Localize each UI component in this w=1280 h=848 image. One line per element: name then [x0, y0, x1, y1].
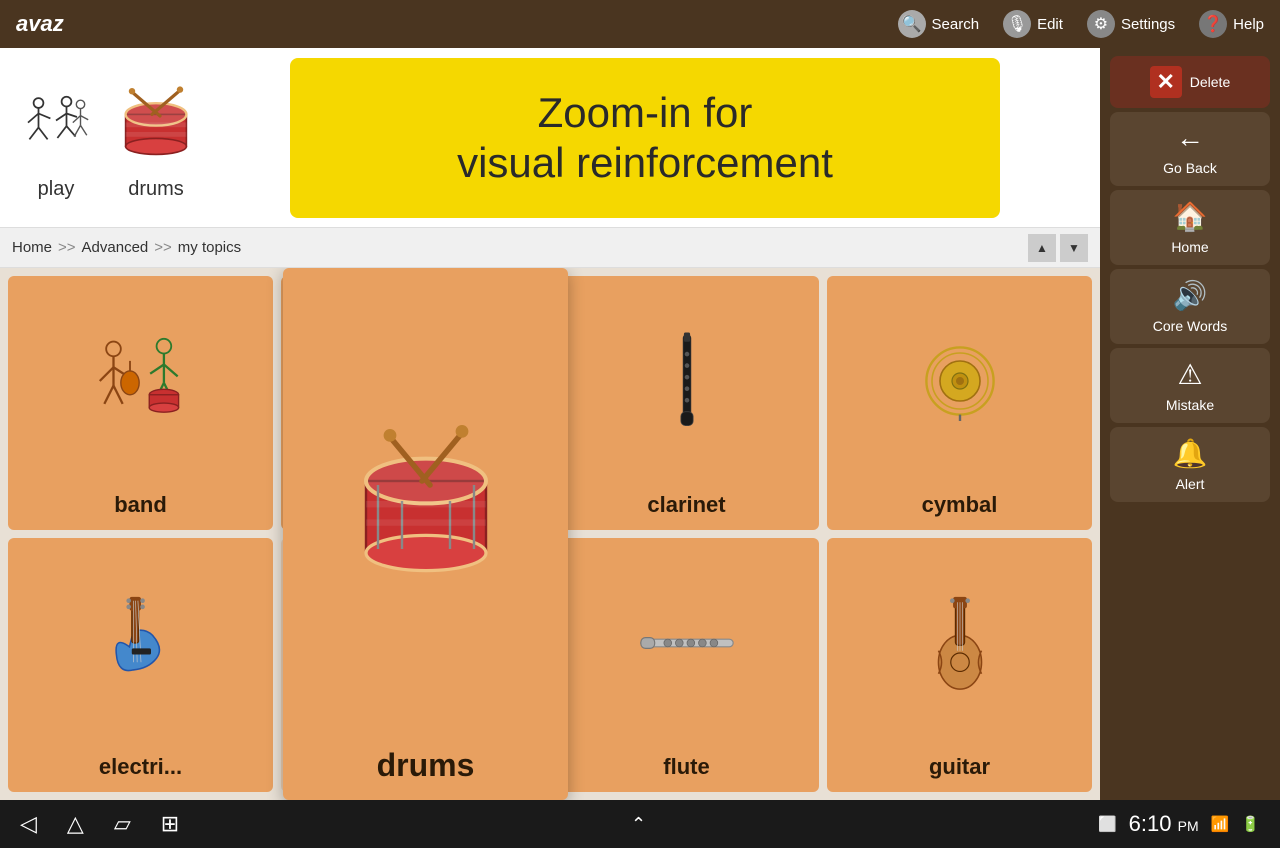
core-words-button[interactable]: 🔊 Core Words: [1110, 269, 1270, 344]
clarinet-label: clarinet: [647, 492, 725, 518]
breadcrumb-advanced[interactable]: Advanced: [82, 239, 149, 256]
grid-cell-clarinet[interactable]: clarinet: [554, 276, 819, 530]
gear-icon: ⚙: [1087, 10, 1115, 38]
phrase-drums-label: drums: [128, 178, 184, 201]
android-home-button[interactable]: △: [67, 811, 84, 837]
electric-guitar-svg-icon: [101, 593, 181, 693]
main-layout: play: [0, 48, 1280, 800]
alert-button[interactable]: 🔔 Alert: [1110, 427, 1270, 502]
clarinet-icon: [554, 276, 819, 486]
mistake-icon: ⚠: [1177, 358, 1202, 391]
go-back-button[interactable]: ← Go Back: [1110, 112, 1270, 186]
help-button[interactable]: ❓ Help: [1199, 10, 1264, 38]
zoom-text: Zoom-in forvisual reinforcement: [457, 88, 833, 189]
electric-guitar-label: electri...: [99, 754, 182, 780]
delete-button[interactable]: ✕ Delete: [1110, 56, 1270, 108]
app-title: avaz: [16, 11, 874, 37]
grid-cell-guitar[interactable]: guitar: [827, 538, 1092, 792]
band-label: band: [114, 492, 167, 518]
home-label: Home: [1171, 239, 1208, 255]
guitar-svg-icon: [920, 593, 1000, 693]
breadcrumb-home[interactable]: Home: [12, 239, 52, 256]
go-back-label: Go Back: [1163, 160, 1217, 176]
android-recents-button[interactable]: ▱: [114, 811, 131, 837]
delete-label: Delete: [1190, 74, 1230, 90]
cymbal-svg-icon: [920, 341, 1000, 421]
wifi-icon: 📶: [1211, 815, 1230, 833]
drums-big-svg-icon: [346, 425, 506, 585]
grid-cell-band[interactable]: band: [8, 276, 273, 530]
nav-up-button[interactable]: ▲: [1028, 234, 1056, 262]
edit-button[interactable]: 🎙 Edit: [1003, 10, 1063, 38]
clarinet-svg-icon: [657, 331, 717, 431]
top-bar: avaz 🔍 Search 🎙 Edit ⚙ Settings ❓ Help: [0, 0, 1280, 48]
battery-icon: 🔋: [1241, 815, 1260, 833]
time-display: 6:10 PM: [1129, 811, 1199, 837]
breadcrumb-sep2: >>: [154, 239, 172, 256]
phrase-bar: play: [0, 48, 1100, 228]
drums-icon-box: [116, 74, 196, 174]
search-button[interactable]: 🔍 Search: [898, 10, 980, 38]
back-arrow-icon: ←: [1176, 122, 1204, 154]
drums-grid-icon: [283, 268, 568, 741]
phrase-play-label: play: [38, 178, 75, 201]
flute-label: flute: [663, 754, 709, 780]
band-svg-icon: [86, 326, 196, 436]
left-panel: play: [0, 48, 1100, 800]
phrase-word-play[interactable]: play: [16, 74, 96, 201]
guitar-label: guitar: [929, 754, 990, 780]
android-status-bar: ⬜ 6:10 PM 📶 🔋: [1098, 811, 1260, 837]
guitar-icon: [827, 538, 1092, 748]
core-words-label: Core Words: [1153, 318, 1227, 334]
android-back-button[interactable]: ◁: [20, 811, 37, 837]
flute-icon: [554, 538, 819, 748]
right-sidebar: ✕ Delete ← Go Back 🏠 Home 🔊 Core Words ⚠…: [1100, 48, 1280, 800]
flute-svg-icon: [637, 613, 737, 673]
home-icon: 🏠: [1173, 200, 1208, 233]
phrase-word-drums[interactable]: drums: [116, 74, 196, 201]
breadcrumb-my-topics[interactable]: my topics: [178, 239, 241, 256]
mistake-button[interactable]: ⚠ Mistake: [1110, 348, 1270, 423]
grid-area: band: [0, 268, 1100, 800]
alert-bell-icon: 🔔: [1173, 437, 1208, 470]
android-nav: ◁ △ ▱ ⊞: [20, 811, 179, 837]
help-icon: ❓: [1199, 10, 1227, 38]
breadcrumb-nav: Home >> Advanced >> my topics: [12, 239, 241, 256]
screenshot-icon: ⬜: [1098, 815, 1117, 833]
cymbal-icon: [827, 276, 1092, 486]
zoom-overlay: Zoom-in forvisual reinforcement: [290, 58, 1000, 218]
grid-cell-flute[interactable]: flute: [554, 538, 819, 792]
play-icon-box: [16, 74, 96, 174]
drums-phrase-icon: [116, 84, 196, 164]
band-icon: [8, 276, 273, 486]
home-button[interactable]: 🏠 Home: [1110, 190, 1270, 265]
android-up-button[interactable]: ⌃: [631, 814, 646, 835]
core-words-icon: 🔊: [1173, 279, 1208, 312]
settings-button[interactable]: ⚙ Settings: [1087, 10, 1175, 38]
mistake-label: Mistake: [1166, 397, 1214, 413]
grid-cell-electric-guitar[interactable]: electri...: [8, 538, 273, 792]
android-bar: ◁ △ ▱ ⊞ ⌃ ⬜ 6:10 PM 📶 🔋: [0, 800, 1280, 848]
android-grid-button[interactable]: ⊞: [161, 811, 179, 837]
nav-down-button[interactable]: ▼: [1060, 234, 1088, 262]
grid-cell-cymbal[interactable]: cymbal: [827, 276, 1092, 530]
drums-zoomed-label: drums: [377, 747, 475, 784]
search-icon: 🔍: [898, 10, 926, 38]
play-stick-figure-icon: [21, 84, 91, 164]
edit-icon: 🎙: [1003, 10, 1031, 38]
breadcrumb: Home >> Advanced >> my topics ▲ ▼: [0, 228, 1100, 268]
breadcrumb-sep1: >>: [58, 239, 76, 256]
grid-cell-drums-zoomed[interactable]: drums: [283, 268, 568, 800]
alert-label: Alert: [1176, 476, 1205, 492]
electric-guitar-icon: [8, 538, 273, 748]
delete-x-icon: ✕: [1150, 66, 1182, 98]
nav-arrows: ▲ ▼: [1028, 234, 1088, 262]
cymbal-label: cymbal: [922, 492, 998, 518]
